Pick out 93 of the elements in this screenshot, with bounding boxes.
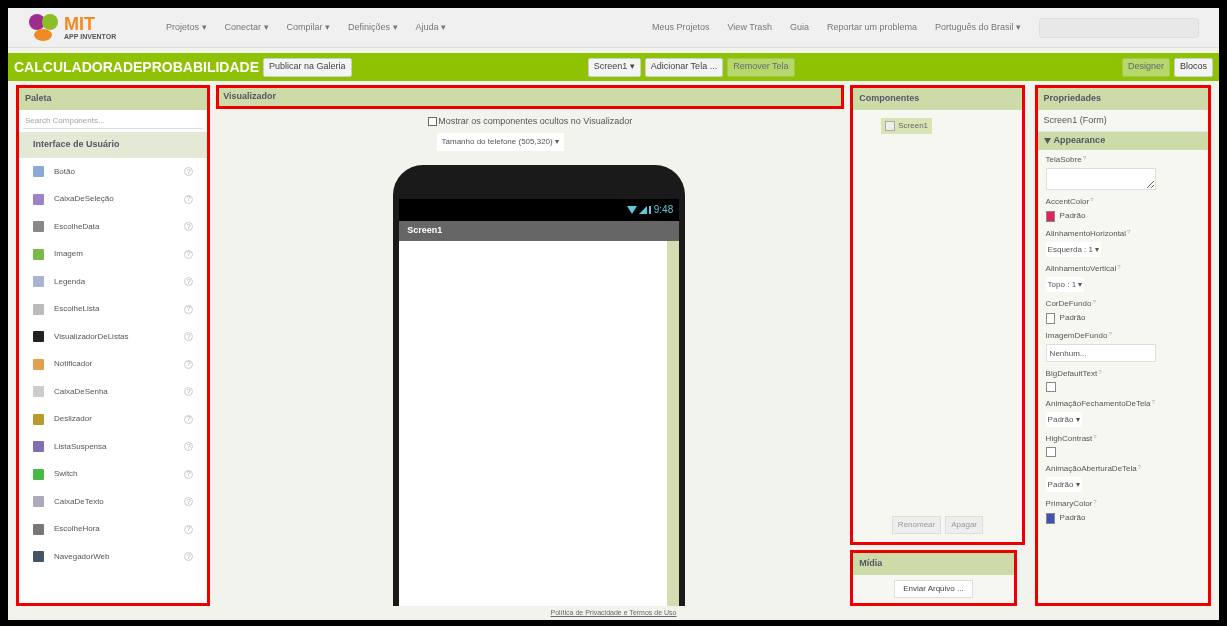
component-icon bbox=[33, 303, 44, 315]
palette-item-label: Legenda bbox=[54, 275, 87, 288]
phone-size-dropdown[interactable]: Tamanho do telefone (505,320) ▾ bbox=[436, 132, 564, 151]
palette-item-label: CaixaDeSeleção bbox=[54, 193, 115, 206]
color-value: Padrão bbox=[1059, 512, 1086, 524]
component-icon bbox=[33, 468, 44, 480]
menu-item[interactable]: Compilar ▾ bbox=[286, 20, 331, 35]
component-icon bbox=[33, 276, 44, 288]
palette-item-label: Switch bbox=[54, 468, 79, 481]
property-label: TelaSobre bbox=[1045, 154, 1082, 166]
project-name: CALCULADORADEPROBABILIDADE bbox=[14, 57, 259, 77]
property-label: AlinhamentoVertical bbox=[1045, 263, 1117, 275]
palette-item-label: Deslizador bbox=[54, 413, 93, 426]
phone-title-bar: Screen1 bbox=[399, 220, 680, 241]
logo-icon bbox=[28, 12, 60, 43]
component-icon bbox=[33, 413, 44, 425]
signal-icon bbox=[626, 204, 651, 215]
dropdown[interactable]: Esquerda : 1 ▾ bbox=[1045, 242, 1102, 257]
dropdown[interactable]: Padrão ▾ bbox=[1045, 412, 1082, 427]
color-swatch[interactable] bbox=[1045, 512, 1055, 524]
palette-item-label: Imagem bbox=[54, 248, 84, 261]
nav-link[interactable]: Meus Projetos bbox=[652, 20, 710, 35]
color-swatch[interactable] bbox=[1045, 210, 1055, 222]
menu-item[interactable]: Conectar ▾ bbox=[224, 20, 269, 35]
component-icon bbox=[33, 166, 44, 178]
checkbox[interactable] bbox=[1045, 382, 1056, 392]
component-icon bbox=[33, 193, 44, 205]
palette-item-label: EscolheHora bbox=[54, 523, 101, 536]
palette-item-label: EscolheLista bbox=[54, 303, 101, 316]
panel-title: Paleta bbox=[19, 88, 208, 110]
component-icon bbox=[33, 441, 44, 453]
input-field[interactable]: Nenhum... bbox=[1045, 344, 1156, 362]
nav-link[interactable]: Português do Brasil ▾ bbox=[934, 20, 1021, 35]
dropdown[interactable]: Padrão ▾ bbox=[1045, 477, 1082, 492]
phone-time: 9:48 bbox=[653, 203, 674, 217]
nav-link[interactable]: View Trash bbox=[727, 20, 772, 35]
palette-item-label: EscolheData bbox=[54, 220, 101, 233]
palette-item-label: Botão bbox=[54, 165, 76, 178]
component-button[interactable]: Apagar bbox=[945, 516, 983, 534]
palette-item-label: Notificador bbox=[54, 358, 94, 371]
tree-item-label: Screen1 bbox=[898, 120, 929, 132]
component-icon bbox=[33, 523, 44, 535]
mode-tab[interactable]: Blocos bbox=[1174, 57, 1213, 77]
mode-tab[interactable]: Designer bbox=[1121, 57, 1170, 77]
screen-dropdown[interactable]: Screen1 ▾ bbox=[587, 57, 641, 77]
property-label: CorDeFundo bbox=[1045, 298, 1092, 310]
panel-title: Visualizador bbox=[216, 85, 845, 109]
color-value: Padrão bbox=[1059, 210, 1086, 222]
palette-item-label: CaixaDeTexto bbox=[54, 495, 105, 508]
palette-category[interactable]: Interface de Usuário bbox=[19, 132, 208, 158]
component-icon bbox=[33, 331, 44, 343]
nav-link[interactable]: Reportar um problema bbox=[826, 20, 917, 35]
property-label: PrimaryColor bbox=[1045, 498, 1093, 510]
component-icon bbox=[33, 221, 44, 233]
palette-item-label: NavegadorWeb bbox=[54, 550, 111, 563]
section-title: Appearance bbox=[1053, 134, 1106, 148]
menu-item[interactable]: Projetos ▾ bbox=[166, 20, 207, 35]
component-icon bbox=[33, 248, 44, 260]
dropdown[interactable]: Topo : 1 ▾ bbox=[1045, 277, 1085, 292]
publish-button[interactable]: Publicar na Galeria bbox=[263, 57, 352, 77]
property-label: AccentColor bbox=[1045, 196, 1090, 208]
color-value: Padrão bbox=[1059, 312, 1086, 324]
checkbox[interactable] bbox=[428, 117, 438, 127]
palette-item-label: CaixaDeSenha bbox=[54, 385, 109, 398]
property-label: HighContrast bbox=[1045, 433, 1093, 445]
component-icon bbox=[33, 386, 44, 398]
add-screen-button[interactable]: Adicionar Tela ... bbox=[644, 57, 724, 77]
screen-icon bbox=[885, 121, 896, 131]
tree-item[interactable]: Screen1 bbox=[881, 118, 933, 134]
property-label: AnimaçãoAberturaDeTela bbox=[1045, 463, 1137, 475]
component-icon bbox=[33, 496, 44, 508]
property-label: AlinhamentoHorizontal bbox=[1045, 228, 1127, 240]
color-swatch[interactable] bbox=[1045, 312, 1055, 324]
panel-title: Componentes bbox=[853, 88, 1022, 110]
property-label: BigDefaultText bbox=[1045, 368, 1098, 380]
nav-link[interactable]: Guia bbox=[789, 20, 809, 35]
component-icon bbox=[33, 358, 44, 370]
logo-title: MIT bbox=[64, 15, 96, 33]
menu-item[interactable]: Ajuda ▾ bbox=[415, 20, 447, 35]
property-label: AnimaçãoFechamentoDeTela bbox=[1045, 398, 1151, 410]
panel-title: Propriedades bbox=[1037, 88, 1208, 110]
checkbox[interactable] bbox=[1045, 447, 1056, 457]
component-button[interactable]: Renomear bbox=[891, 516, 942, 534]
remove-screen-button[interactable]: Remover Tela bbox=[727, 57, 795, 77]
property-label: ImagemDeFundo bbox=[1045, 330, 1108, 342]
menu-item[interactable]: Definições ▾ bbox=[348, 20, 398, 35]
upload-file-button[interactable]: Enviar Arquivo ... bbox=[894, 580, 973, 598]
section-header[interactable]: Appearance bbox=[1037, 132, 1208, 150]
palette-item-label: ListaSuspensa bbox=[54, 440, 108, 453]
component-icon bbox=[33, 551, 44, 563]
palette-item-label: VisualizadorDeListas bbox=[54, 330, 130, 343]
search-field[interactable]: Search Components... bbox=[23, 113, 204, 129]
panel-title: Mídia bbox=[853, 553, 1014, 575]
